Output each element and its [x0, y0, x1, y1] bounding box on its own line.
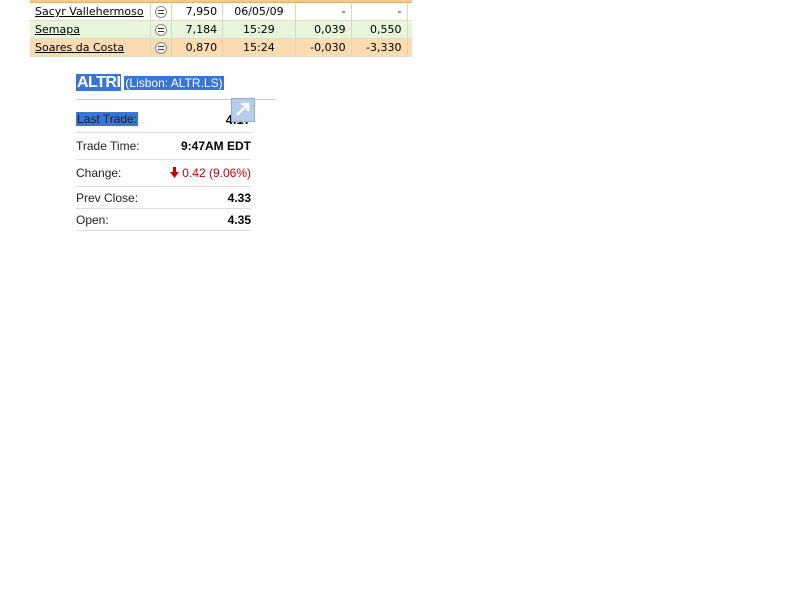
equals-circle-icon[interactable] [155, 6, 167, 18]
open-value: 4.35 [227, 212, 251, 227]
change-value: 0.42 (9.06%) [182, 166, 251, 180]
equals-circle-icon[interactable] [155, 24, 167, 36]
change-pct-cell: 0,550 [351, 20, 408, 39]
price-cell: 7,950 [171, 2, 224, 21]
quote-fields: Last Trade: 4.17 Trade Time: 9:47AM EDT … [76, 106, 251, 231]
table-row: Sacyr Vallehermoso 7,950 06/05/09 - - [30, 2, 412, 21]
stock-link[interactable]: Sacyr Vallehermoso [35, 5, 144, 18]
change-label: Change: [76, 166, 122, 180]
prev-close-value: 4.33 [227, 190, 251, 205]
stock-link[interactable]: Semapa [35, 23, 80, 36]
prev-close-row: Prev Close: 4.33 [76, 187, 251, 209]
time-cell: 15:24 [222, 38, 296, 57]
quote-header: ALTRI (Lisbon: ALTR.LS) [76, 74, 276, 96]
price-cell: 0,870 [171, 38, 224, 57]
trade-time-label: Trade Time: [76, 139, 140, 153]
stock-table: Sacyr Vallehermoso 7,950 06/05/09 - - Se… [30, 0, 412, 57]
open-label: Open: [76, 212, 109, 227]
quote-symbol: ALTRI [76, 74, 122, 91]
stock-link[interactable]: Soares da Costa [35, 41, 124, 54]
change-cell: 0,039 [295, 20, 352, 39]
time-cell: 06/05/09 [222, 2, 296, 21]
trade-time-row: Trade Time: 9:47AM EDT [76, 133, 251, 160]
prev-close-label: Prev Close: [76, 190, 139, 205]
trade-time-value: 9:47AM EDT [180, 139, 251, 153]
quote-exchange: (Lisbon: ALTR.LS) [124, 76, 224, 90]
last-trade-label: Last Trade: [76, 112, 139, 126]
open-row: Open: 4.35 [76, 209, 251, 231]
table-row: Soares da Costa 0,870 15:24 -0,030 -3,33… [30, 38, 412, 57]
equals-circle-icon[interactable] [155, 42, 167, 54]
last-trade-row: Last Trade: 4.17 [76, 106, 251, 133]
time-cell: 15:29 [222, 20, 296, 39]
change-cell: - [295, 2, 352, 21]
change-row: Change: 0.42 (9.06%) [76, 160, 251, 187]
table-row: Semapa 7,184 15:29 0,039 0,550 [30, 20, 412, 39]
quote-widget: ALTRI(Lisbon: ALTR.LS) Last Trade: 4.17 … [76, 74, 276, 231]
change-pct-cell: - [351, 2, 408, 21]
change-value-wrap: 0.42 (9.06%) [170, 166, 251, 180]
down-arrow-icon [170, 167, 180, 178]
change-pct-cell: -3,330 [351, 38, 408, 57]
change-cell: -0,030 [295, 38, 352, 57]
expand-arrow-icon[interactable] [231, 98, 255, 122]
price-cell: 7,184 [171, 20, 224, 39]
